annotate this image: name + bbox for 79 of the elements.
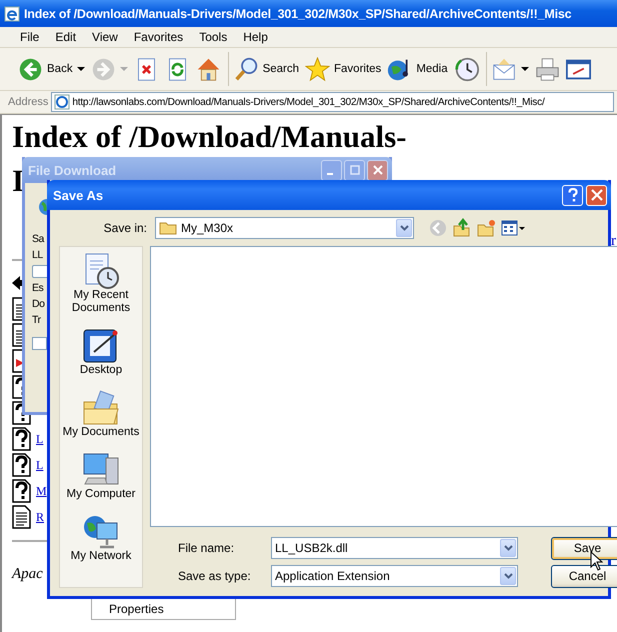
mouse-cursor-icon [590, 551, 603, 571]
listing-link[interactable]: L [36, 432, 44, 446]
up-folder-icon[interactable] [452, 218, 472, 238]
dialog-label: LL [32, 248, 43, 263]
file-icon [12, 427, 31, 451]
file-icon [12, 349, 22, 373]
toolbar-button[interactable]: Search [232, 52, 304, 86]
toolbar-button[interactable]: Back [16, 52, 89, 86]
maximize-button[interactable] [344, 160, 365, 180]
menu-item[interactable]: Favorites [126, 30, 192, 44]
envelope-icon [492, 56, 517, 82]
file-icon [12, 479, 31, 503]
listing-link[interactable]: R [36, 510, 44, 524]
network-icon [83, 514, 119, 550]
clock-document-icon [83, 253, 119, 289]
save-button[interactable]: Save [551, 536, 617, 560]
checkbox[interactable] [32, 337, 47, 350]
save-in-dropdown[interactable]: My_M30x [155, 217, 414, 239]
dialog-label: Es [32, 281, 44, 296]
link[interactable]: r [611, 233, 616, 250]
page-heading: I [12, 165, 24, 197]
cancel-button[interactable]: Cancel [551, 564, 617, 588]
file-icon [12, 375, 22, 399]
dialog-label: Tr [32, 313, 41, 328]
file-icon [12, 323, 22, 347]
new-folder-icon[interactable] [476, 218, 496, 238]
back-arrow-icon [12, 276, 22, 290]
places-item[interactable]: Desktop [60, 328, 142, 377]
file-name-label: File name: [178, 541, 236, 555]
maximize-icon [350, 165, 360, 175]
dialog-title: File Download [28, 162, 118, 178]
menu-item[interactable]: View [84, 30, 126, 44]
folder-icon [83, 390, 119, 426]
menu-item[interactable]: File [12, 30, 48, 44]
places-item[interactable]: My Recent Documents [60, 253, 142, 315]
minimize-icon [326, 173, 332, 175]
menu-item[interactable]: Edit [47, 30, 84, 44]
clock-icon [454, 56, 479, 82]
home-icon [196, 56, 221, 82]
help-button[interactable] [562, 184, 583, 206]
listing-link[interactable]: L [36, 458, 44, 472]
page-icon [54, 94, 70, 110]
window-title: Index of /Download/Manuals-Drivers/Model_301_302/M30x_SP/Shared/ArchiveContents/!!_Misc [24, 6, 572, 20]
desktop-icon [83, 328, 119, 364]
help-icon [566, 188, 578, 202]
close-icon [372, 165, 382, 175]
file-icon [12, 297, 22, 321]
star-icon [305, 56, 330, 82]
view-menu-icon[interactable] [500, 218, 526, 238]
printer-icon [534, 56, 560, 82]
close-button[interactable] [367, 160, 388, 180]
file-icon [12, 505, 31, 529]
menu-item[interactable]: Properties [92, 602, 164, 616]
places-item[interactable]: My Computer [60, 452, 142, 501]
file-name-field[interactable]: LL_USB2k.dll [271, 537, 518, 559]
save-in-label: Save in: [102, 221, 147, 235]
address-field[interactable]: http://lawsonlabs.com/Download/Manuals-Drivers/Model_301_302/M30x_SP/Shared/ArchiveContents/!!_Misc/ [51, 92, 614, 112]
dialog-title: Save As [53, 188, 104, 202]
server-signature: Apac [12, 566, 43, 583]
menu-item[interactable]: Help [235, 30, 276, 44]
search-icon [234, 56, 259, 82]
folder-icon [159, 221, 177, 235]
toolbar-button[interactable]: Favorites [303, 52, 386, 86]
file-icon [12, 453, 31, 477]
browser-logo-icon [4, 6, 20, 22]
file-type-dropdown[interactable]: Application Extension [271, 565, 518, 587]
places-item[interactable]: My Documents [60, 390, 142, 439]
listing-link[interactable]: M [36, 484, 47, 498]
page-heading: Index of /Download/Manuals- [12, 121, 406, 153]
places-item[interactable]: My Network [60, 514, 142, 563]
menu-item[interactable]: Tools [191, 30, 236, 44]
save-as-type-label: Save as type: [178, 569, 252, 583]
toolbar-button[interactable]: Media [385, 52, 452, 86]
dialog-label: Sa [32, 232, 44, 247]
minimize-button[interactable] [321, 160, 342, 180]
dialog-label: Do [32, 297, 44, 312]
close-icon [590, 189, 602, 201]
edit-page-icon [566, 56, 591, 82]
address-label: Address [8, 96, 48, 108]
